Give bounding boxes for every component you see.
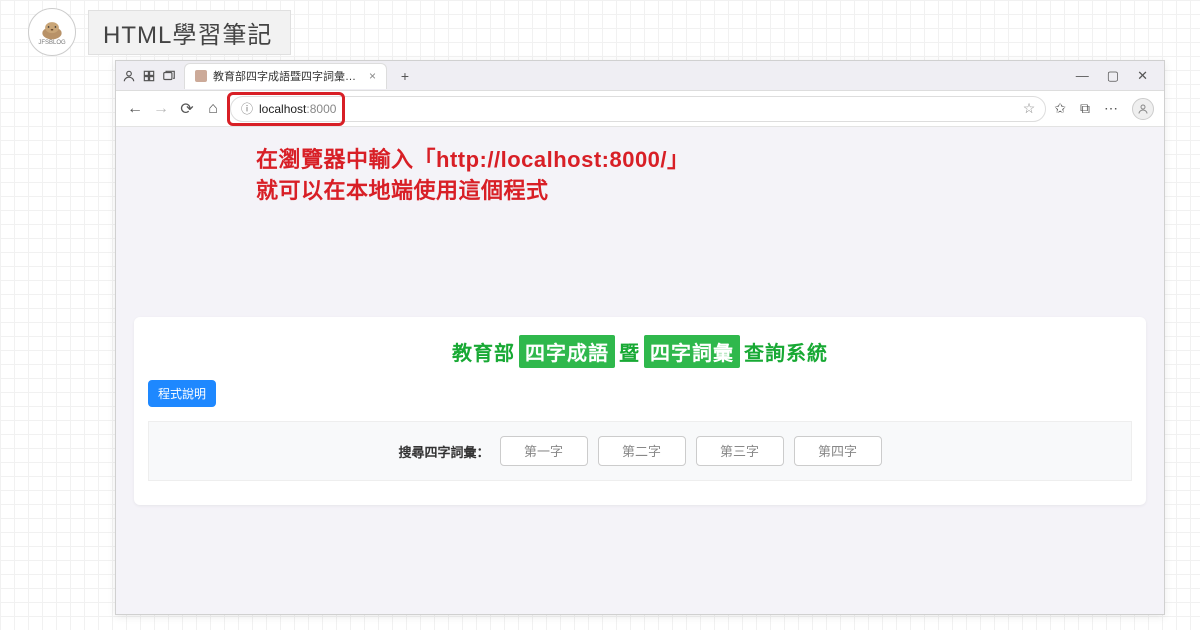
annotation-text: 在瀏覽器中輸入「http://localhost:8000/」 就可以在本地端使… xyxy=(256,145,690,207)
profile-icon[interactable] xyxy=(122,69,136,83)
url-text: localhost:8000 xyxy=(259,102,336,116)
capybara-icon xyxy=(38,18,66,40)
search-row: 搜尋四字詞彙： xyxy=(148,421,1132,481)
page-title: HTML學習筆記 xyxy=(88,10,291,55)
url-field[interactable]: ⓘ localhost:8000 ☆ xyxy=(230,96,1046,122)
app-card: 教育部 四字成語 暨 四字詞彙 查詢系統 程式說明 搜尋四字詞彙： xyxy=(134,317,1146,505)
tab-favicon xyxy=(195,70,207,82)
window-maximize[interactable]: ▢ xyxy=(1107,68,1119,84)
site-info-icon[interactable]: ⓘ xyxy=(241,100,253,117)
home-button[interactable]: ⌂ xyxy=(204,100,222,118)
app-title: 教育部 四字成語 暨 四字詞彙 查詢系統 xyxy=(148,335,1132,368)
char2-input[interactable] xyxy=(598,436,686,466)
site-logo: JFSBLOG xyxy=(28,8,76,56)
browser-window: 教育部四字成語暨四字詞彙查詢系統 × + — ▢ ✕ ← → ⟳ ⌂ ⓘ loc… xyxy=(115,60,1165,615)
tab-strip: 教育部四字成語暨四字詞彙查詢系統 × + — ▢ ✕ xyxy=(116,61,1164,91)
back-button[interactable]: ← xyxy=(126,100,144,118)
window-controls: — ▢ ✕ xyxy=(1076,68,1158,84)
tab-close-button[interactable]: × xyxy=(369,69,376,83)
forward-button[interactable]: → xyxy=(152,100,170,118)
new-tab-button[interactable]: + xyxy=(395,66,415,86)
window-close[interactable]: ✕ xyxy=(1137,68,1148,84)
toolbar-icons: ✩ ⧉ ⋯ xyxy=(1054,98,1154,120)
browser-tab[interactable]: 教育部四字成語暨四字詞彙查詢系統 × xyxy=(184,63,387,89)
char1-input[interactable] xyxy=(500,436,588,466)
collections-button[interactable]: ⧉ xyxy=(1080,100,1090,117)
person-icon xyxy=(1137,103,1149,115)
favorites-button[interactable]: ✩ xyxy=(1054,100,1066,117)
search-label: 搜尋四字詞彙： xyxy=(398,442,489,461)
window-minimize[interactable]: — xyxy=(1076,68,1089,84)
bookmark-star-button[interactable]: ☆ xyxy=(1023,100,1036,117)
page-header: JFSBLOG HTML學習筆記 xyxy=(28,8,291,56)
reload-button[interactable]: ⟳ xyxy=(178,100,196,118)
char4-input[interactable] xyxy=(794,436,882,466)
address-bar: ← → ⟳ ⌂ ⓘ localhost:8000 ☆ ✩ ⧉ ⋯ xyxy=(116,91,1164,127)
help-button[interactable]: 程式說明 xyxy=(148,380,216,407)
user-avatar[interactable] xyxy=(1132,98,1154,120)
more-button[interactable]: ⋯ xyxy=(1104,100,1118,117)
logo-caption: JFSBLOG xyxy=(38,40,65,46)
workspaces-icon[interactable] xyxy=(142,69,156,83)
page-content: 在瀏覽器中輸入「http://localhost:8000/」 就可以在本地端使… xyxy=(116,127,1164,614)
char3-input[interactable] xyxy=(696,436,784,466)
tabs-icon[interactable] xyxy=(162,69,176,83)
tab-title: 教育部四字成語暨四字詞彙查詢系統 xyxy=(213,68,363,84)
